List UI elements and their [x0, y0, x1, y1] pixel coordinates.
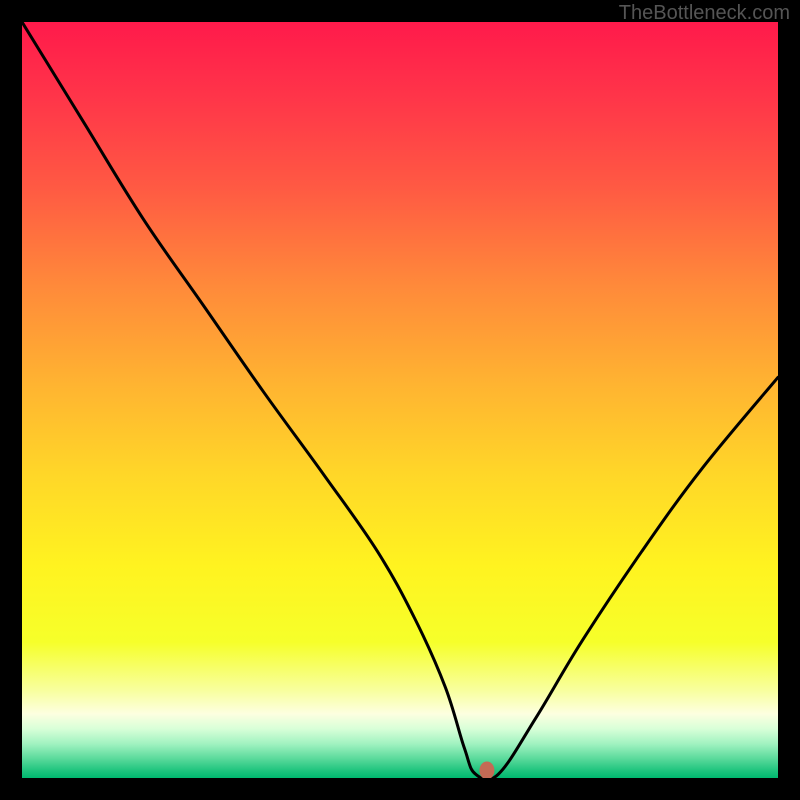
- plot-area: [22, 22, 778, 778]
- chart-svg: [22, 22, 778, 778]
- chart-frame: TheBottleneck.com: [0, 0, 800, 800]
- watermark-text: TheBottleneck.com: [619, 2, 790, 25]
- gradient-background: [22, 22, 778, 778]
